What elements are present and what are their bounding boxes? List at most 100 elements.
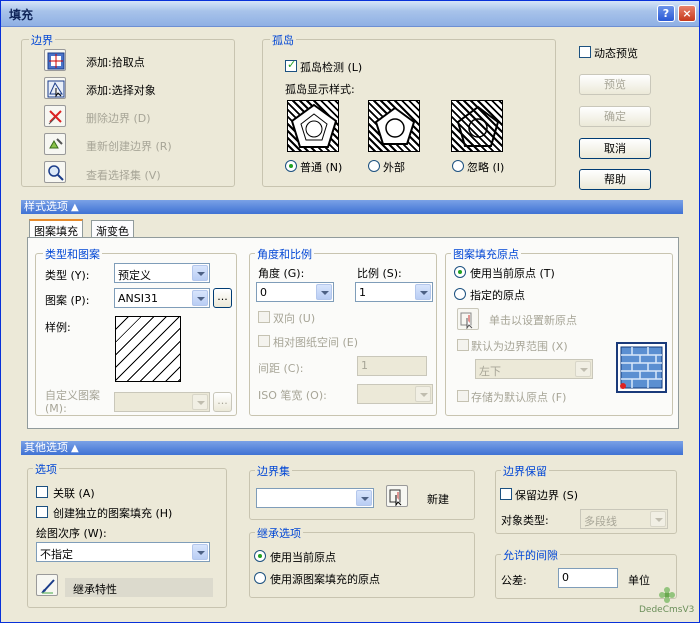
spacing-input[interactable]: 1 [357, 356, 427, 376]
island-detection-checkbox[interactable]: ✓ [285, 58, 297, 72]
ok-button[interactable]: 确定 [579, 106, 651, 127]
pattern-label: 图案 (P): [45, 294, 90, 307]
title-bar[interactable]: 填充 ? × [1, 1, 699, 27]
island-normal-radio[interactable] [285, 160, 297, 172]
inherit-use-source-label: 使用源图案填充的原点 [270, 573, 380, 586]
inherit-use-current-radio[interactable] [254, 550, 266, 562]
chevron-down-icon[interactable] [192, 265, 208, 281]
type-label: 类型 (Y): [45, 269, 90, 282]
angle-select[interactable]: 0 [256, 282, 334, 302]
spacing-label: 间距 (C): [258, 362, 304, 375]
click-set-origin-button[interactable] [457, 308, 479, 330]
title-close-button[interactable]: × [678, 5, 696, 22]
iso-pen-width-label: ISO 笔宽 (O): [258, 389, 327, 402]
dynamic-preview-checkbox[interactable] [579, 46, 591, 58]
relative-paperspace-checkbox[interactable] [258, 335, 270, 347]
island-style-label: 孤岛显示样式: [285, 83, 355, 96]
cursor-pick-icon [460, 312, 473, 329]
inherit-properties-button[interactable] [36, 574, 58, 596]
preview-button[interactable]: 预览 [579, 74, 651, 95]
collapse-icon: ▲ [71, 443, 79, 454]
default-extents-checkbox[interactable] [457, 339, 469, 351]
chevron-down-icon[interactable] [650, 511, 666, 527]
separate-hatches-checkbox[interactable] [36, 506, 48, 518]
recreate-boundary-icon [49, 138, 63, 149]
iso-pen-width-select[interactable] [357, 384, 433, 404]
tolerance-label: 公差: [501, 574, 527, 587]
island-ignore-radio[interactable] [452, 160, 464, 172]
specified-origin-radio[interactable] [454, 288, 466, 300]
title-help-button[interactable]: ? [657, 5, 675, 22]
tab-gradient[interactable]: 渐变色 [91, 220, 134, 238]
tolerance-input[interactable]: 0 [558, 568, 618, 588]
chevron-down-icon[interactable] [192, 290, 208, 306]
other-options-bar[interactable]: 其他选项 ▲ [21, 441, 683, 455]
island-ignore-label: 忽略 (I) [467, 161, 505, 174]
pattern-browse-button[interactable]: ... [213, 288, 232, 308]
island-normal-preview[interactable] [287, 100, 339, 152]
new-boundary-set-button[interactable] [386, 485, 408, 507]
recreate-boundary-label: 重新创建边界 (R) [86, 140, 172, 153]
hatch-origin-title: 图案填充原点 [451, 246, 521, 262]
island-outer-preview[interactable] [368, 100, 420, 152]
extents-select[interactable]: 左下 [475, 359, 593, 379]
pattern-options-title: 样式选项 [24, 200, 68, 213]
inherit-options-title: 继承选项 [255, 525, 303, 541]
hatch-dialog: 填充 ? × 边界 添加:拾取点 添加:选择对象 删除边界 (D) 重新创建边界… [0, 0, 700, 623]
object-type-label: 对象类型: [501, 514, 549, 527]
type-select[interactable]: 预定义 [114, 263, 210, 283]
boundary-set-select[interactable] [256, 488, 374, 508]
chevron-down-icon[interactable] [192, 394, 208, 410]
view-selections-button[interactable] [44, 161, 66, 183]
draw-order-select[interactable]: 不指定 [36, 542, 210, 562]
cancel-button[interactable]: 取消 [579, 138, 651, 159]
remove-boundaries-button[interactable] [44, 105, 66, 127]
window-title: 填充 [9, 8, 34, 22]
magnifier-icon [48, 165, 64, 181]
use-current-origin-radio[interactable] [454, 266, 466, 278]
pattern-select[interactable]: ANSI31 [114, 288, 210, 308]
chevron-down-icon[interactable] [356, 490, 372, 506]
custom-pattern-select[interactable] [114, 392, 210, 412]
dynamic-preview-label: 动态预览 [594, 47, 638, 60]
inherit-use-source-radio[interactable] [254, 572, 266, 584]
recreate-boundary-button[interactable] [44, 133, 66, 155]
scale-label: 比例 (S): [357, 267, 402, 280]
specified-origin-label: 指定的原点 [470, 289, 525, 302]
associative-label: 关联 (A) [53, 487, 95, 500]
store-default-origin-label: 存储为默认原点 (F) [471, 391, 567, 404]
select-objects-icon [47, 80, 65, 98]
scale-select[interactable]: 1 [355, 282, 433, 302]
chevron-down-icon[interactable] [575, 361, 591, 377]
island-ignore-preview[interactable] [451, 100, 503, 152]
chevron-down-icon[interactable] [192, 544, 208, 560]
click-set-origin-label: 单击以设置新原点 [489, 314, 577, 327]
cursor-pick-icon [389, 489, 402, 506]
retain-boundaries-checkbox[interactable] [500, 488, 512, 500]
new-boundary-set-label: 新建 [427, 493, 449, 506]
chevron-down-icon[interactable] [415, 386, 431, 402]
island-outer-radio[interactable] [368, 160, 380, 172]
double-checkbox[interactable] [258, 311, 270, 323]
type-pattern-title: 类型和图案 [43, 246, 102, 262]
help-button[interactable]: 帮助 [579, 169, 651, 190]
pattern-options-bar[interactable]: 样式选项 ▲ [21, 200, 683, 214]
associative-checkbox[interactable] [36, 486, 48, 498]
add-select-objects-label: 添加:选择对象 [86, 84, 156, 97]
pattern-swatch[interactable] [115, 316, 181, 382]
add-pick-point-button[interactable] [44, 49, 66, 71]
angle-scale-title: 角度和比例 [255, 246, 314, 262]
default-extents-label: 默认为边界范围 (X) [471, 340, 568, 353]
custom-pattern-browse-button[interactable]: ... [213, 392, 232, 412]
pick-point-icon [47, 52, 65, 70]
boundary-group-title: 边界 [29, 32, 55, 48]
chevron-down-icon[interactable] [415, 284, 431, 300]
inherit-use-current-label: 使用当前原点 [270, 551, 336, 564]
add-select-objects-button[interactable] [44, 77, 66, 99]
object-type-select[interactable]: 多段线 [580, 509, 668, 529]
chevron-down-icon[interactable] [316, 284, 332, 300]
store-default-origin-checkbox[interactable] [457, 390, 469, 402]
tab-hatch[interactable]: 图案填充 [29, 219, 83, 238]
use-current-origin-label: 使用当前原点 (T) [470, 267, 555, 280]
double-label: 双向 (U) [273, 312, 316, 325]
